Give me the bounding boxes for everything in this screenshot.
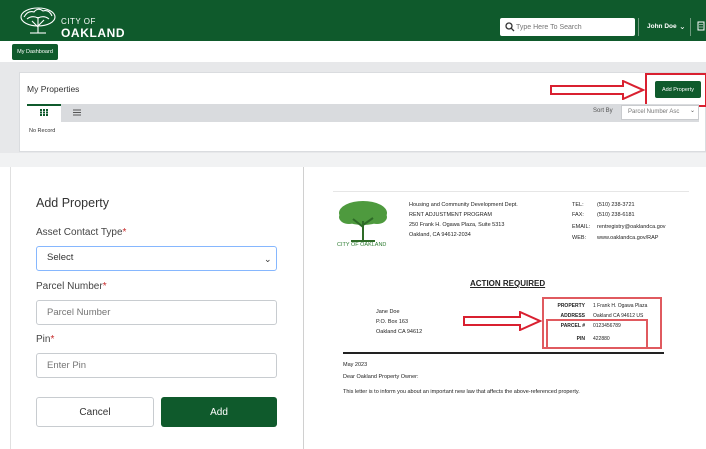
arrow-right-icon <box>550 80 645 100</box>
property-key: ADDRESS <box>560 313 585 319</box>
contact-value: (510) 238-6181 <box>597 212 635 218</box>
contact-value: rentregistry@oaklandca.gov <box>597 224 666 230</box>
letter-date: May 2023 <box>343 362 368 368</box>
asset-contact-type-label: Asset Contact Type* <box>36 227 127 238</box>
property-key: PIN <box>576 336 585 342</box>
pin-label: Pin* <box>36 334 55 345</box>
contact-key: FAX: <box>572 212 584 218</box>
sort-select[interactable]: Parcel Number Asc <box>621 105 699 120</box>
user-name[interactable]: John Doe <box>647 23 677 30</box>
dept-line: RENT ADJUSTMENT PROGRAM <box>409 212 492 218</box>
cancel-button[interactable]: Cancel <box>36 397 154 427</box>
add-button[interactable]: Add <box>161 397 277 427</box>
grid-icon[interactable] <box>40 109 48 116</box>
property-value: 422880 <box>593 336 610 342</box>
card-title: My Properties <box>27 84 80 94</box>
recipient-line: P.O. Box 163 <box>376 319 409 325</box>
arrow-right-icon <box>463 311 542 331</box>
contact-key: EMAIL: <box>572 224 591 230</box>
add-property-button[interactable]: Add Property <box>655 81 701 98</box>
app-page: CITY OF OAKLAND John Doe ⌄ My Dashboard … <box>0 0 706 449</box>
my-dashboard-button[interactable]: My Dashboard <box>12 44 58 60</box>
action-required-heading: ACTION REQUIRED <box>470 279 546 288</box>
parcel-number-input[interactable] <box>36 300 277 325</box>
contact-key: WEB: <box>572 235 587 241</box>
pin-input[interactable] <box>36 353 277 378</box>
form-title: Add Property <box>36 196 109 210</box>
logo-oakland: OAKLAND <box>61 26 126 40</box>
building-icon[interactable] <box>697 21 706 31</box>
property-value: 0123456789 <box>593 323 621 329</box>
letter-body: This letter is to inform you about an im… <box>343 389 580 395</box>
contact-value: (510) 238-3721 <box>597 202 635 208</box>
letter-divider <box>343 352 664 354</box>
header-divider <box>690 18 691 36</box>
recipient-line: Oakland CA 94612 <box>376 329 423 335</box>
empty-state-text: No Record <box>29 128 56 134</box>
contact-key: TEL: <box>572 202 584 208</box>
letter-city-caption: CITY OF OAKLAND <box>337 242 387 248</box>
header-divider <box>638 18 639 36</box>
chevron-down-icon: ⌄ <box>264 254 272 264</box>
property-value: Oakland CA 94612 US <box>593 313 644 319</box>
parcel-number-label: Parcel Number* <box>36 281 107 292</box>
dept-line: Housing and Community Development Dept. <box>409 202 518 208</box>
search-icon <box>505 22 515 32</box>
logo-city-of: CITY OF <box>61 17 96 26</box>
asset-contact-type-select[interactable]: Select <box>36 246 277 271</box>
property-key: PROPERTY <box>557 303 585 309</box>
dept-line: 250 Frank H. Ogawa Plaza, Suite 5313 <box>409 222 505 228</box>
search-input[interactable] <box>516 19 632 35</box>
property-value: 1 Frank H. Ogawa Plaza <box>593 303 648 309</box>
list-icon[interactable] <box>73 109 81 116</box>
dept-line: Oakland, CA 94612-2034 <box>409 232 471 238</box>
property-key: PARCEL # <box>560 323 585 329</box>
chevron-down-icon[interactable]: ⌄ <box>679 22 686 31</box>
letter-greeting: Dear Oakland Property Owner: <box>343 374 419 380</box>
recipient-line: Jane Doe <box>376 309 400 315</box>
section-divider <box>0 153 706 167</box>
chevron-down-icon: ⌄ <box>690 108 696 114</box>
oakland-tree-icon <box>339 201 387 242</box>
sort-by-label: Sort By <box>593 108 613 114</box>
contact-value: www.oaklandca.gov/RAP <box>597 235 659 241</box>
letter-divider <box>333 191 689 192</box>
